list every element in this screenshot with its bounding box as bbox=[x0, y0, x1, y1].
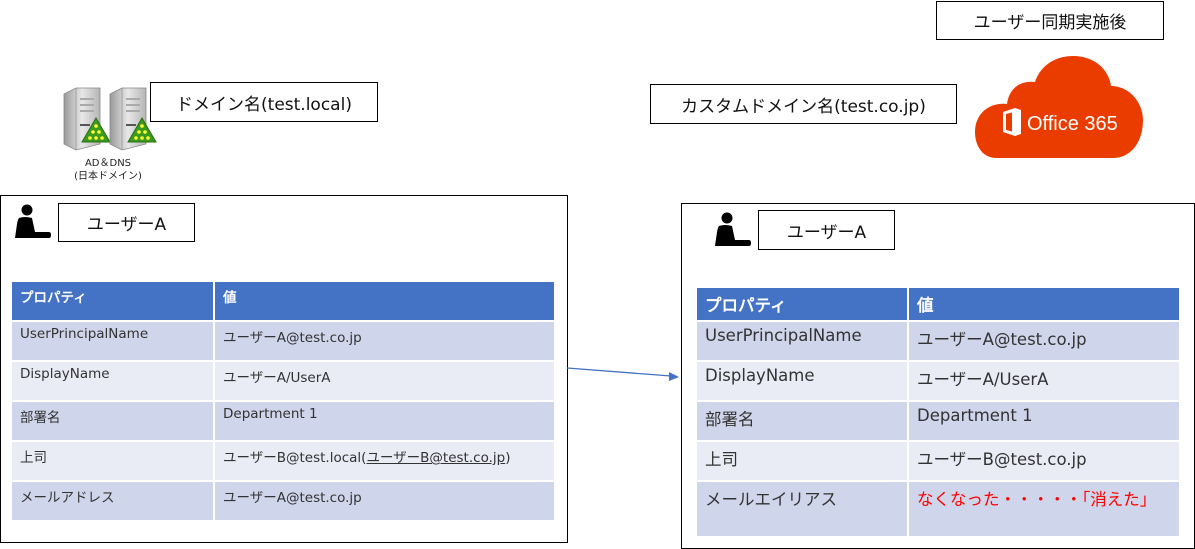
value-cell: Department 1 bbox=[909, 402, 1179, 440]
cloud-shape bbox=[975, 56, 1143, 158]
server-caption-line1: AD＆DNS bbox=[84, 158, 132, 169]
table-row: 上司 ユーザーB@test.local(ユーザーB@test.co.jp) bbox=[12, 442, 554, 480]
sync-arrow bbox=[566, 367, 679, 381]
table-row: メールアドレス ユーザーA@test.co.jp bbox=[12, 482, 554, 520]
manager-local-value: ユーザーB@test.local( bbox=[223, 450, 367, 466]
server-caption: AD＆DNS (日本ドメイン) bbox=[58, 157, 158, 183]
sync-status-text: ユーザー同期実施後 bbox=[973, 13, 1127, 33]
table-row: UserPrincipalName ユーザーA@test.co.jp bbox=[12, 322, 554, 360]
office365-cloud-logo: Office 365 bbox=[975, 56, 1143, 158]
table-row: 上司 ユーザーB@test.co.jp bbox=[697, 442, 1179, 480]
office365-text: Office 365 bbox=[1027, 113, 1118, 135]
user-icon bbox=[715, 212, 751, 246]
office-icon bbox=[1003, 108, 1021, 136]
value-cell: ユーザーB@test.co.jp bbox=[909, 442, 1179, 480]
property-cell: メールエイリアス bbox=[697, 482, 907, 536]
cloud-properties-table: プロパティ 値 UserPrincipalName ユーザーA@test.co.… bbox=[695, 286, 1181, 538]
table-header-row: プロパティ 値 bbox=[12, 282, 554, 320]
property-cell: 部署名 bbox=[12, 402, 213, 440]
property-cell: UserPrincipalName bbox=[697, 322, 907, 360]
table-row: 部署名 Department 1 bbox=[697, 402, 1179, 440]
table-header-row: プロパティ 値 bbox=[697, 288, 1179, 320]
property-cell: 部署名 bbox=[697, 402, 907, 440]
sync-status-label: ユーザー同期実施後 bbox=[936, 1, 1164, 40]
value-cell: Department 1 bbox=[215, 402, 554, 440]
onprem-user-name: ユーザーA bbox=[86, 215, 167, 235]
table-row: DisplayName ユーザーA/UserA bbox=[697, 362, 1179, 400]
header-value: 値 bbox=[215, 282, 554, 320]
table-row: 部署名 Department 1 bbox=[12, 402, 554, 440]
server-1 bbox=[63, 87, 111, 151]
header-property: プロパティ bbox=[12, 282, 213, 320]
value-cell: ユーザーA@test.co.jp bbox=[215, 482, 554, 520]
table-row: メールエイリアス なくなった・・・・・「消えた」 bbox=[697, 482, 1179, 536]
property-cell: UserPrincipalName bbox=[12, 322, 213, 360]
property-cell: メールアドレス bbox=[12, 482, 213, 520]
domain-name-label: ドメイン名(test.local) bbox=[150, 82, 378, 122]
property-cell: DisplayName bbox=[12, 362, 213, 400]
custom-domain-label: カスタムドメイン名(test.co.jp) bbox=[650, 84, 957, 124]
cloud-user-name: ユーザーA bbox=[786, 222, 867, 243]
property-cell: DisplayName bbox=[697, 362, 907, 400]
value-cell: ユーザーA/UserA bbox=[215, 362, 554, 400]
header-property: プロパティ bbox=[697, 288, 907, 320]
mail-alias-removed-value: なくなった・・・・・「消えた」 bbox=[909, 482, 1179, 536]
custom-domain-text: カスタムドメイン名(test.co.jp) bbox=[681, 96, 926, 117]
onprem-user-label: ユーザーA bbox=[58, 203, 195, 242]
value-cell: ユーザーA/UserA bbox=[909, 362, 1179, 400]
domain-name-text: ドメイン名(test.local) bbox=[176, 94, 352, 115]
server-caption-line2: (日本ドメイン) bbox=[74, 171, 142, 182]
property-cell: 上司 bbox=[12, 442, 213, 480]
manager-value-suffix: ) bbox=[505, 450, 511, 466]
value-cell: ユーザーB@test.local(ユーザーB@test.co.jp) bbox=[215, 442, 554, 480]
header-value: 値 bbox=[909, 288, 1179, 320]
property-cell: 上司 bbox=[697, 442, 907, 480]
value-cell: ユーザーA@test.co.jp bbox=[215, 322, 554, 360]
value-cell: ユーザーA@test.co.jp bbox=[909, 322, 1179, 360]
cloud-user-label: ユーザーA bbox=[758, 210, 895, 250]
manager-upn-value: ユーザーB@test.co.jp bbox=[366, 450, 506, 466]
arrow-head-icon bbox=[669, 372, 679, 381]
user-icon bbox=[15, 204, 51, 238]
onprem-properties-table: プロパティ 値 UserPrincipalName ユーザーA@test.co.… bbox=[10, 280, 556, 522]
table-row: UserPrincipalName ユーザーA@test.co.jp bbox=[697, 322, 1179, 360]
table-row: DisplayName ユーザーA/UserA bbox=[12, 362, 554, 400]
